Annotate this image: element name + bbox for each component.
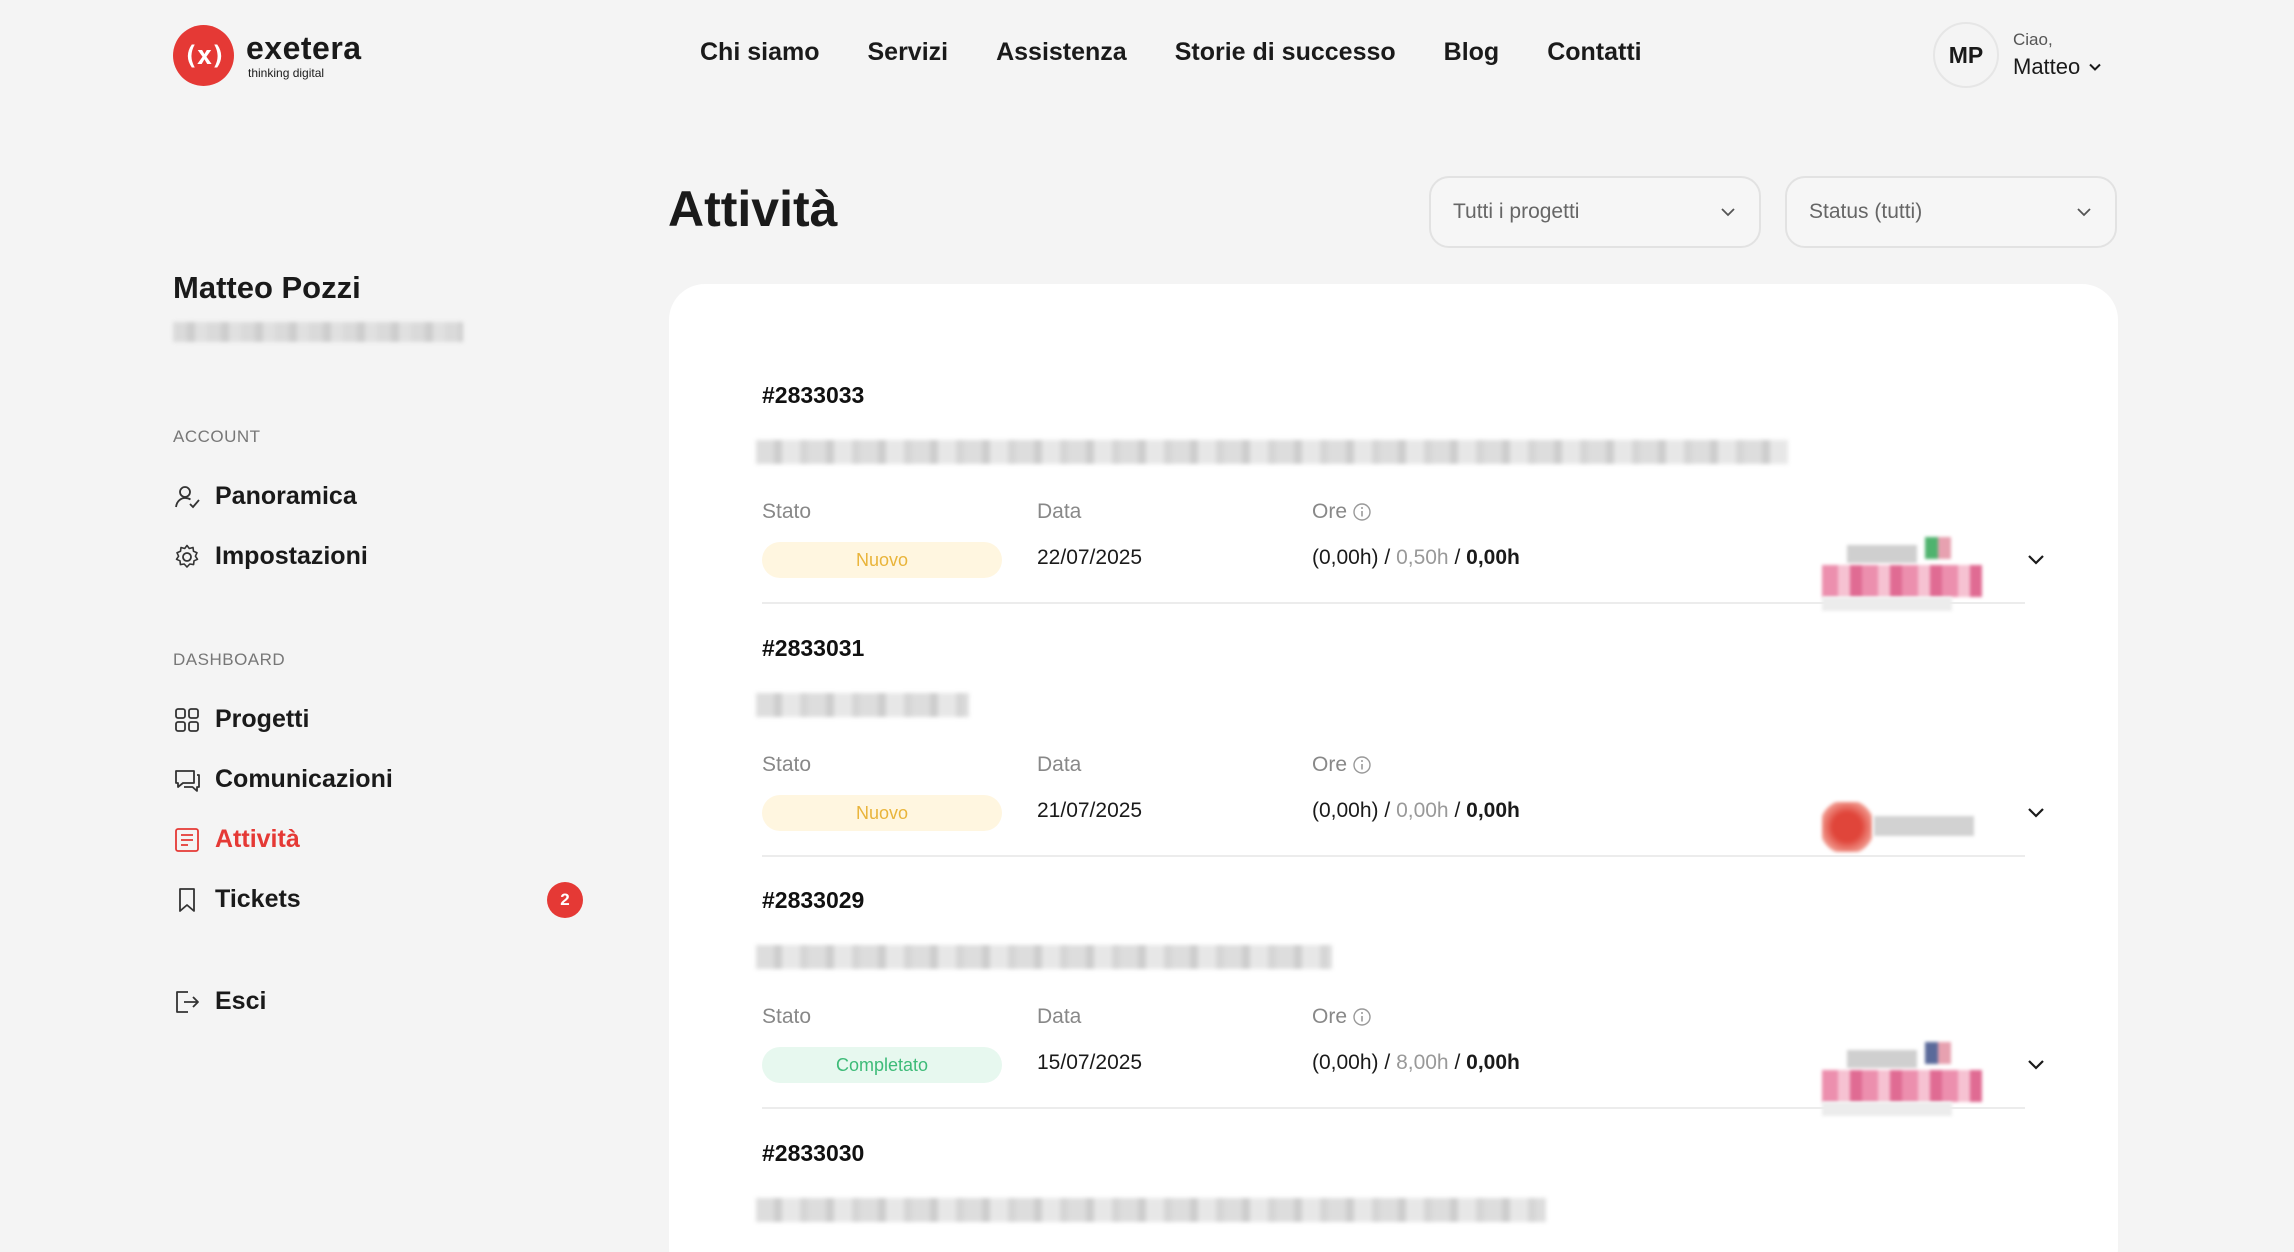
chevron-down-icon[interactable] xyxy=(2088,60,2102,74)
info-icon[interactable] xyxy=(1352,502,1372,522)
data-label: Data xyxy=(1037,753,1082,776)
activity-hours: (0,00h) / 0,00h / 0,00h xyxy=(1312,799,1520,822)
section-label-dashboard: DASHBOARD xyxy=(173,650,286,669)
user-greeting: Ciao, xyxy=(2013,30,2053,49)
redacted-assignee-avatars xyxy=(1822,790,1992,870)
activity-id: #2833033 xyxy=(762,382,865,408)
sidebar-item-tickets[interactable]: Tickets 2 xyxy=(173,882,583,918)
info-icon[interactable] xyxy=(1352,755,1372,775)
redacted-description xyxy=(756,693,969,717)
logo-name: exetera xyxy=(246,30,362,66)
redacted-description xyxy=(756,945,1332,969)
activity-date: 15/07/2025 xyxy=(1037,1051,1143,1074)
redacted-assignee-avatars xyxy=(1822,537,1992,617)
activities-card: #2833033 Stato Data Ore Nuovo 22/07/2025… xyxy=(669,284,2118,1252)
logout-icon xyxy=(176,990,199,1013)
user-icon xyxy=(175,485,200,508)
sidebar-item-panoramica[interactable]: Panoramica xyxy=(173,482,583,511)
user-menu[interactable]: MP Ciao, Matteo xyxy=(1933,22,2102,88)
activity-date: 21/07/2025 xyxy=(1037,799,1143,822)
status-filter-select[interactable]: Status (tutti) xyxy=(1785,176,2117,248)
activity-row[interactable]: #2833030 xyxy=(756,1140,2025,1252)
chat-icon xyxy=(175,769,200,792)
stato-label: Stato xyxy=(762,500,812,523)
activity-row[interactable]: #2833029 Stato Data Ore Completato 15/07… xyxy=(756,887,2044,1116)
tickets-count-badge: 2 xyxy=(547,882,583,918)
sidebar-item-progetti[interactable]: Progetti xyxy=(173,705,583,734)
expand-chevron-icon[interactable] xyxy=(2024,1052,2048,1076)
expand-chevron-icon[interactable] xyxy=(2024,800,2048,824)
sidebar-item-comunicazioni[interactable]: Comunicazioni xyxy=(173,765,583,794)
activity-id: #2833030 xyxy=(762,1140,865,1166)
expand-chevron-icon[interactable] xyxy=(2024,547,2048,571)
sidebar-item-label: Attività xyxy=(215,825,300,853)
sidebar-item-label: Panoramica xyxy=(215,482,357,510)
activity-row[interactable]: #2833031 Stato Data Ore Nuovo 21/07/2025… xyxy=(756,635,2044,857)
ore-label: Ore xyxy=(1312,753,1372,777)
sidebar-item-label: Tickets xyxy=(215,885,301,913)
page-title: Attività xyxy=(668,181,838,237)
sidebar-item-attivita[interactable]: Attività xyxy=(173,825,583,854)
grid-icon xyxy=(175,707,199,732)
activity-row[interactable]: #2833033 Stato Data Ore Nuovo 22/07/2025… xyxy=(756,382,2044,611)
nav-servizi[interactable]: Servizi xyxy=(867,38,948,67)
info-icon[interactable] xyxy=(1352,1007,1372,1027)
nav-blog[interactable]: Blog xyxy=(1444,38,1500,67)
avatar[interactable]: MP xyxy=(1933,22,1999,88)
redacted-description xyxy=(756,1198,1546,1222)
exetera-logo[interactable]: (x) exetera thinking digital xyxy=(173,25,362,86)
profile-name: Matteo Pozzi xyxy=(173,270,361,305)
document-icon xyxy=(175,827,199,852)
chevron-down-icon xyxy=(1721,208,1735,217)
bookmark-icon xyxy=(179,887,195,912)
status-badge: Nuovo xyxy=(762,542,1002,578)
data-label: Data xyxy=(1037,1005,1082,1028)
ore-label: Ore xyxy=(1312,1005,1372,1029)
sidebar-item-label: Comunicazioni xyxy=(215,765,393,793)
status-badge: Completato xyxy=(762,1047,1002,1083)
sidebar-item-impostazioni[interactable]: Impostazioni xyxy=(173,542,583,571)
redacted-email xyxy=(173,322,463,342)
data-label: Data xyxy=(1037,500,1082,523)
activity-date: 22/07/2025 xyxy=(1037,546,1143,569)
user-first-name[interactable]: Matteo xyxy=(2013,54,2080,80)
activity-hours: (0,00h) / 0,50h / 0,00h xyxy=(1312,546,1520,569)
nav-contatti[interactable]: Contatti xyxy=(1547,38,1641,67)
project-filter-value: Tutti i progetti xyxy=(1453,200,1580,223)
top-header: (x) exetera thinking digital Chi siamo S… xyxy=(0,0,2294,112)
nav-assistenza[interactable]: Assistenza xyxy=(996,38,1127,67)
gear-icon xyxy=(175,544,199,568)
sidebar: Matteo Pozzi ACCOUNT Panoramica Impostaz… xyxy=(173,270,593,1015)
redacted-description xyxy=(756,440,1788,464)
status-badge: Nuovo xyxy=(762,795,1002,831)
section-label-account: ACCOUNT xyxy=(173,427,261,446)
nav-chi-siamo[interactable]: Chi siamo xyxy=(700,38,819,67)
project-filter-select[interactable]: Tutti i progetti xyxy=(1429,176,1761,248)
logo-tagline: thinking digital xyxy=(248,66,325,80)
main-nav: Chi siamo Servizi Assistenza Storie di s… xyxy=(700,38,1690,67)
ore-label: Ore xyxy=(1312,500,1372,524)
activity-id: #2833029 xyxy=(762,887,865,913)
activity-hours: (0,00h) / 8,00h / 0,00h xyxy=(1312,1051,1520,1074)
redacted-assignee-avatars xyxy=(1822,1042,1992,1122)
sidebar-item-label: Impostazioni xyxy=(215,542,368,570)
nav-storie-di-successo[interactable]: Storie di successo xyxy=(1175,38,1396,67)
activity-id: #2833031 xyxy=(762,635,865,661)
sidebar-item-label: Progetti xyxy=(215,705,310,733)
sidebar-item-esci[interactable]: Esci xyxy=(173,987,583,1016)
stato-label: Stato xyxy=(762,1005,812,1028)
chevron-down-icon xyxy=(2077,208,2091,217)
status-filter-value: Status (tutti) xyxy=(1809,200,1923,223)
logo-mark: (x) xyxy=(173,25,234,86)
stato-label: Stato xyxy=(762,753,812,776)
sidebar-item-label: Esci xyxy=(215,987,267,1015)
